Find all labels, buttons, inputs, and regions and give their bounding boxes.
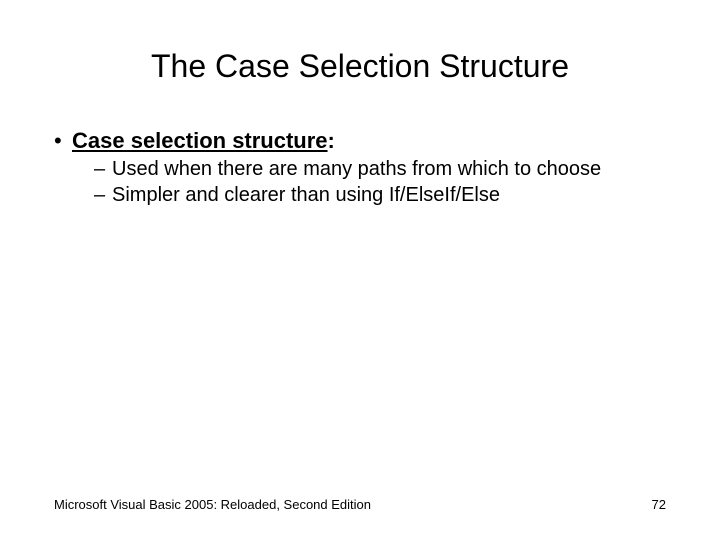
- bullet-term: Case selection structure: [72, 128, 328, 153]
- slide: The Case Selection Structure • Case sele…: [0, 0, 720, 540]
- footer-source: Microsoft Visual Basic 2005: Reloaded, S…: [54, 497, 371, 512]
- subpoint-text: Used when there are many paths from whic…: [112, 158, 601, 180]
- slide-body: • Case selection structure: – Used when …: [54, 128, 666, 207]
- dash-icon: –: [94, 184, 105, 208]
- bullet-level-2: – Simpler and clearer than using If/Else…: [54, 184, 666, 208]
- bullet-icon: •: [54, 128, 62, 154]
- slide-title: The Case Selection Structure: [0, 48, 720, 85]
- bullet-level-2: – Used when there are many paths from wh…: [54, 158, 666, 182]
- bullet-colon: :: [328, 128, 335, 153]
- page-number: 72: [652, 497, 666, 512]
- subpoint-text: Simpler and clearer than using If/ElseIf…: [112, 184, 500, 206]
- dash-icon: –: [94, 158, 105, 182]
- bullet-level-1: • Case selection structure:: [54, 128, 666, 154]
